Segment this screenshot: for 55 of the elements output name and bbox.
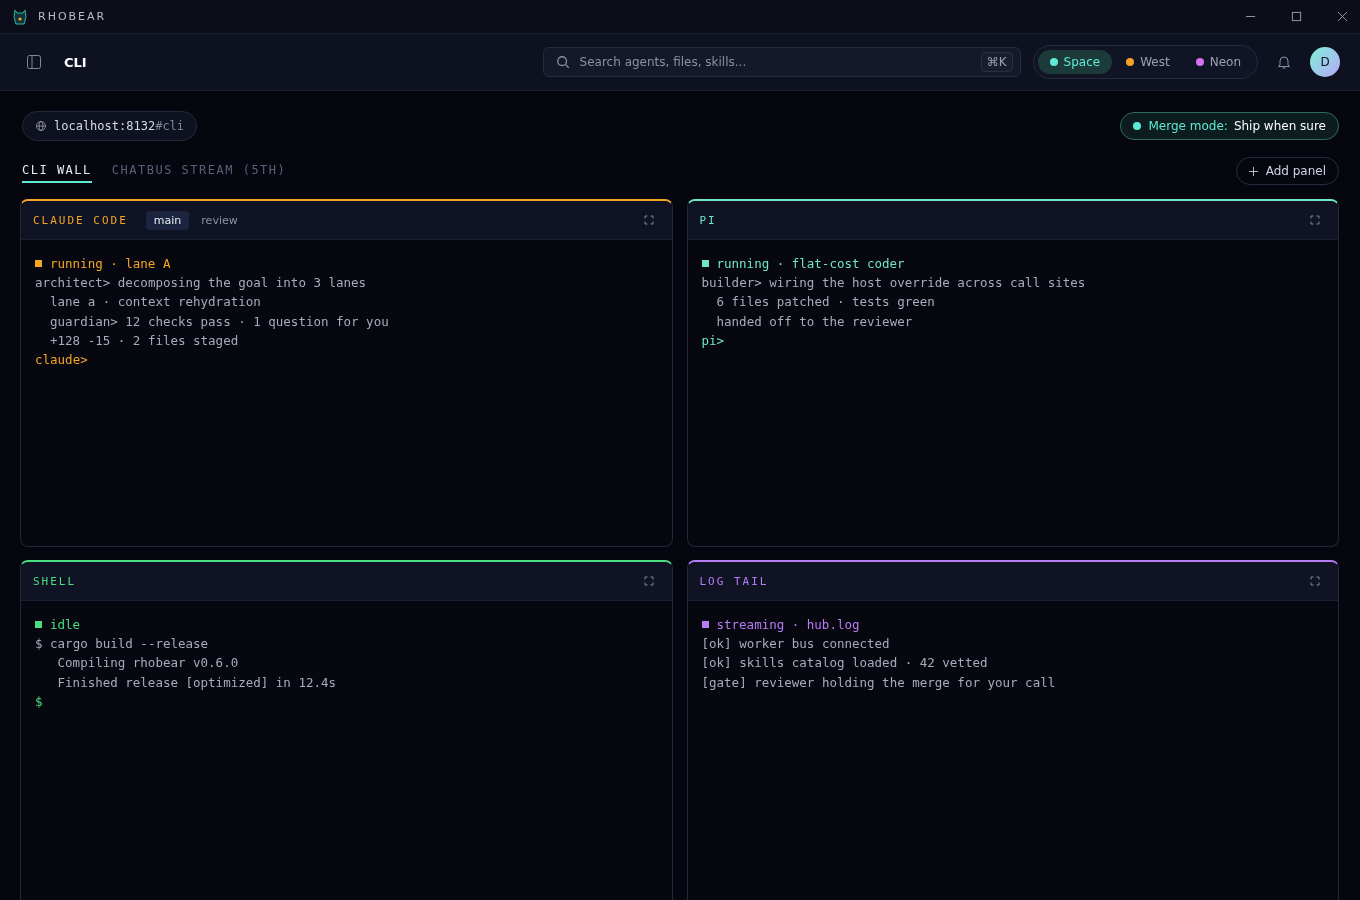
panel-tab[interactable]: main xyxy=(145,210,190,230)
terminal-line: guardian> 12 checks pass · 1 question for you xyxy=(49,312,390,331)
close-icon[interactable] xyxy=(1337,11,1348,22)
globe-icon xyxy=(35,120,47,132)
app-title: RHOBEAR xyxy=(38,10,107,23)
terminal-line: streaming · hub.log xyxy=(701,615,1324,635)
terminal-line: 6 files patched · tests green xyxy=(715,293,936,312)
terminal-line: [ok] skills catalog loaded · 42 vetted xyxy=(701,654,989,673)
terminal-line: claude> xyxy=(35,351,89,369)
merge-mode-label: Merge mode: xyxy=(1148,119,1228,133)
bell-icon[interactable] xyxy=(1276,54,1292,70)
bear-logo-icon xyxy=(12,7,28,26)
expand-icon[interactable] xyxy=(1310,215,1320,225)
status-dot xyxy=(1132,122,1141,130)
theme-option[interactable]: Space xyxy=(1037,50,1113,74)
sidebar-toggle-icon[interactable] xyxy=(26,54,42,70)
shortcut-key: ⌘K xyxy=(980,52,1013,72)
plus-icon xyxy=(1248,166,1258,176)
expand-icon[interactable] xyxy=(643,215,654,225)
terminal-line: Compiling rhobear v0.6.0 xyxy=(56,654,240,673)
panel-title: LOG TAIL xyxy=(699,574,769,588)
maximize-icon[interactable] xyxy=(1291,11,1302,22)
theme-option[interactable]: West xyxy=(1114,50,1182,74)
terminal-line: $ cargo build --release xyxy=(35,635,210,654)
panel-title: SHELL xyxy=(33,574,77,588)
search-bar[interactable]: Search agents, files, skills... ⌘K xyxy=(542,47,1021,77)
theme-option[interactable]: Neon xyxy=(1183,50,1253,74)
user-avatar[interactable]: D xyxy=(1310,47,1340,77)
terminal-line: +128 -15 · 2 files staged xyxy=(49,331,240,350)
terminal-line: running · lane A xyxy=(35,254,658,274)
terminal-line: pi> xyxy=(701,331,726,350)
address-host: localhost:8132 xyxy=(54,119,156,133)
terminal-line: builder> wiring the host override across call sites xyxy=(701,274,1087,293)
terminal-line: Finished release [optimized] in 12.4s xyxy=(56,673,337,692)
expand-icon[interactable] xyxy=(1310,576,1320,586)
merge-mode-pill[interactable]: Merge mode: Ship when sure xyxy=(1119,112,1339,140)
terminal-line: lane a · context rehydration xyxy=(49,293,262,312)
expand-icon[interactable] xyxy=(643,576,654,586)
panel-title: CLAUDE CODE xyxy=(33,213,128,227)
address-hash: #cli xyxy=(155,119,185,133)
terminal-line: handed off to the reviewer xyxy=(715,312,914,331)
terminal-line: $ xyxy=(35,692,44,711)
merge-mode-value: Ship when sure xyxy=(1233,119,1326,133)
address-pill[interactable]: localhost:8132#cli xyxy=(22,111,198,141)
panel-tab[interactable]: review xyxy=(193,210,246,230)
search-icon xyxy=(555,55,570,69)
view-tab[interactable]: CLI WALL xyxy=(22,159,92,183)
search-field[interactable]: Search agents, files, skills... xyxy=(577,54,981,70)
terminal-line: [gate] reviewer holding the merge for your call xyxy=(701,673,1057,692)
terminal-line: idle xyxy=(35,615,658,635)
terminal-line: architect> decomposing the goal into 3 lanes xyxy=(35,274,368,293)
terminal-line: running · flat-cost coder xyxy=(701,254,1324,274)
page-title: CLI xyxy=(64,54,87,70)
terminal-line: [ok] worker bus connected xyxy=(701,635,891,654)
panel-title: PI xyxy=(699,213,717,227)
